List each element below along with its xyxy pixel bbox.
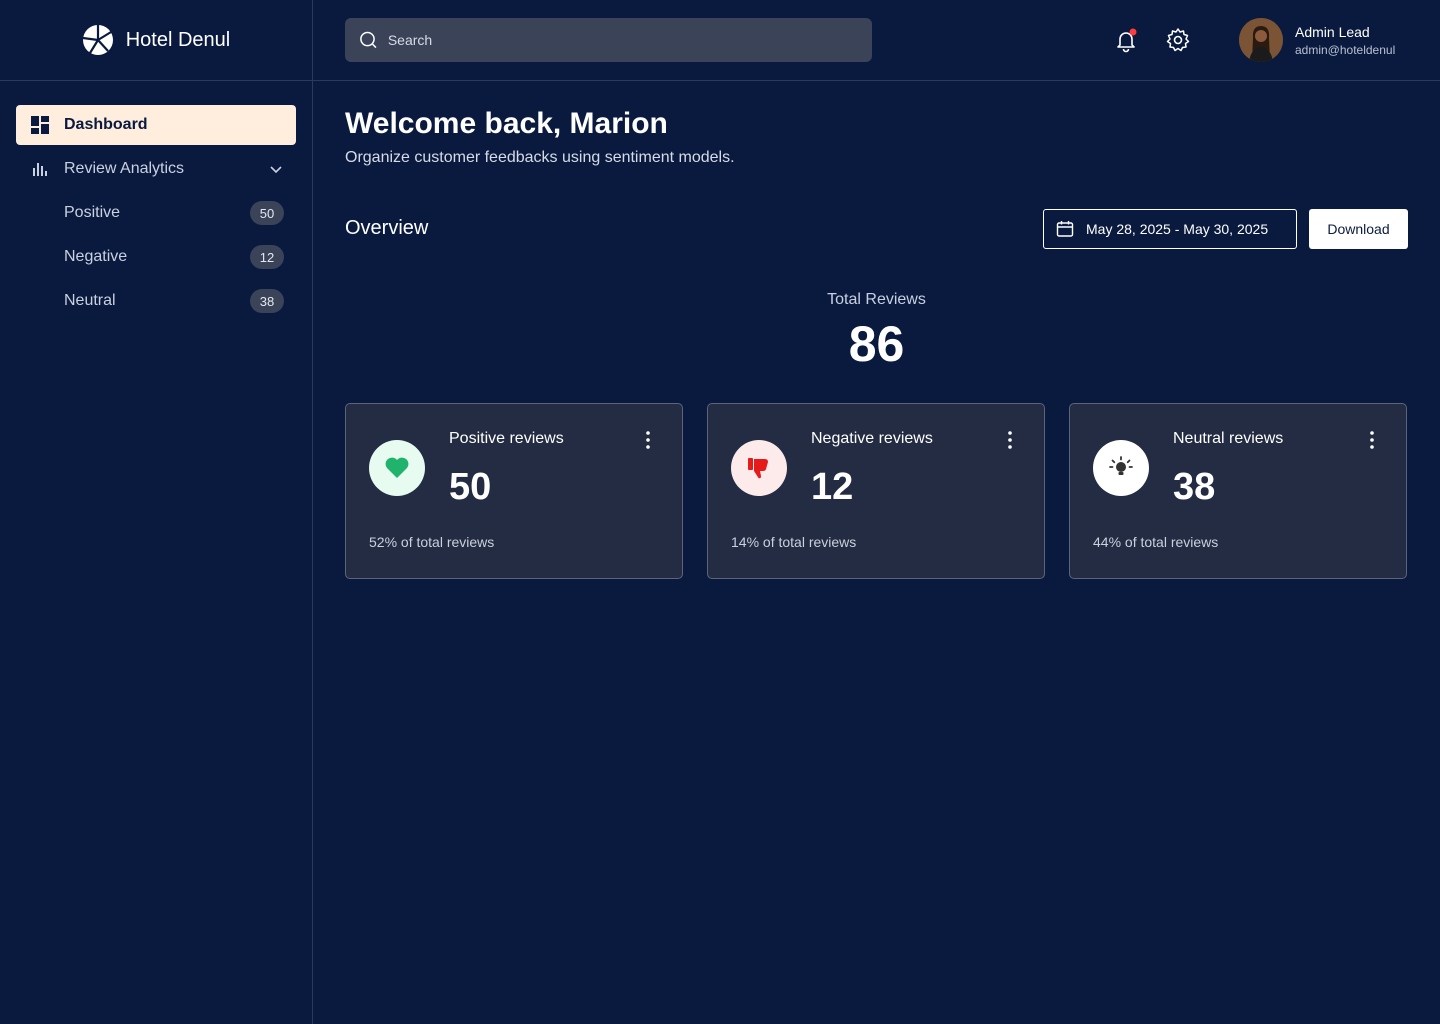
card-percentage: 44% of total reviews [1093,534,1219,550]
total-reviews: Total Reviews 86 [345,291,1408,373]
user-menu[interactable]: Admin Lead admin@hoteldenul [1239,18,1395,62]
gear-icon[interactable] [1165,27,1191,53]
sidebar-item-label: Dashboard [64,116,148,133]
total-reviews-value: 86 [848,316,905,372]
search-icon [360,31,377,49]
user-info: Admin Lead admin@hoteldenul [1295,24,1395,57]
neutral-reviews-card[interactable]: Neutral reviews 38 44% of total reviews [1069,403,1407,579]
download-button[interactable]: Download [1309,209,1408,249]
sidebar-item-neutral[interactable]: Neutral 38 [16,281,296,321]
sidebar-item-positive[interactable]: Positive 50 [16,193,296,233]
negative-reviews-card[interactable]: Negative reviews 12 14% of total reviews [707,403,1045,579]
date-range-label: May 28, 2025 - May 30, 2025 [1086,221,1269,237]
card-value: 50 [449,466,492,508]
count-badge: 12 [250,245,284,269]
search-bar[interactable] [345,18,872,62]
card-title: Neutral reviews [1173,430,1284,447]
sidebar-item-label: Positive [64,204,121,221]
sidebar-nav: Dashboard Review Analytics Positive 50 N… [0,81,312,321]
main-content: Welcome back, Marion Organize customer f… [345,81,1408,579]
page-title: Welcome back, Marion [345,107,668,140]
app: Hotel Denul Dashboard Review Analytics P… [0,0,1440,1024]
card-title: Positive reviews [449,430,564,447]
dashboard-icon [30,115,50,135]
more-options-icon[interactable] [642,430,654,450]
card-value: 38 [1173,466,1216,508]
user-email: admin@hoteldenul [1295,42,1396,57]
lightbulb-icon [1093,440,1149,496]
count-badge: 38 [250,289,284,313]
brand-logo-icon [82,25,113,55]
total-reviews-label: Total Reviews [827,291,926,308]
bar-chart-icon [30,159,50,179]
review-cards: Positive reviews 50 52% of total reviews… [345,403,1408,579]
card-value: 12 [811,466,854,508]
sidebar-item-label: Review Analytics [64,160,185,177]
sidebar-item-label: Neutral [64,292,116,309]
search-input[interactable] [387,32,858,48]
heart-icon [369,440,425,496]
bell-icon[interactable] [1113,27,1139,53]
sidebar: Hotel Denul Dashboard Review Analytics P… [0,0,313,1024]
sidebar-item-label: Negative [64,248,128,265]
thumbs-down-icon [731,440,787,496]
calendar-icon [1056,221,1074,237]
card-percentage: 14% of total reviews [731,534,857,550]
overview-header: Overview May 28, 2025 - May 30, 2025 Dow… [345,209,1408,249]
page-subtitle: Organize customer feedbacks using sentim… [345,149,735,166]
card-title: Negative reviews [811,430,933,447]
notification-dot [1129,28,1137,36]
brand-name: Hotel Denul [125,28,231,51]
avatar[interactable] [1239,18,1283,62]
brand[interactable]: Hotel Denul [0,0,312,81]
card-percentage: 52% of total reviews [369,534,495,550]
count-badge: 50 [250,201,284,225]
sidebar-item-negative[interactable]: Negative 12 [16,237,296,277]
more-options-icon[interactable] [1004,430,1016,450]
date-range-picker[interactable]: May 28, 2025 - May 30, 2025 [1043,209,1297,249]
sidebar-item-review-analytics[interactable]: Review Analytics [16,149,296,189]
more-options-icon[interactable] [1366,430,1378,450]
overview-title: Overview [345,217,429,239]
chevron-down-icon[interactable] [268,161,284,177]
user-name: Admin Lead [1295,23,1370,40]
topbar: Admin Lead admin@hoteldenul [313,0,1440,81]
positive-reviews-card[interactable]: Positive reviews 50 52% of total reviews [345,403,683,579]
sidebar-item-dashboard[interactable]: Dashboard [16,105,296,145]
